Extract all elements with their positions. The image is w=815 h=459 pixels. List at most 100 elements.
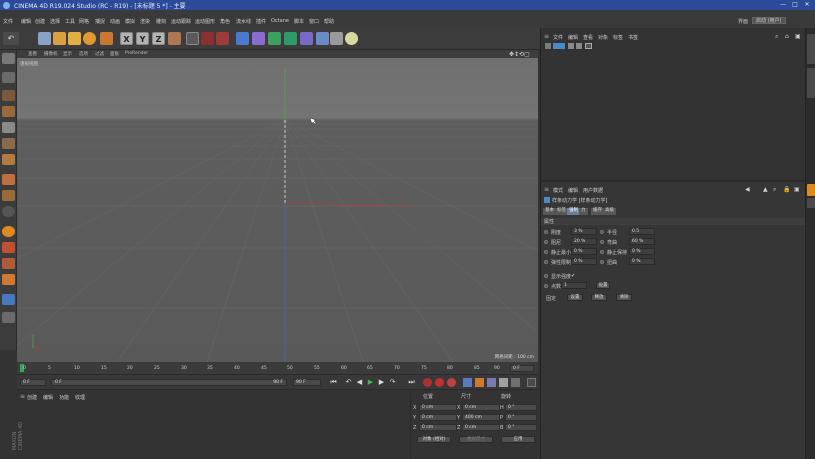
animate-radio[interactable]: [600, 250, 604, 254]
attr-menu-userdata[interactable]: 用户数据: [583, 187, 603, 194]
visibility-icon[interactable]: [568, 43, 574, 49]
back-arrow-icon[interactable]: ◀: [745, 186, 750, 193]
pen-spline-icon[interactable]: [252, 32, 265, 45]
floor-icon[interactable]: [316, 32, 329, 45]
menu-help[interactable]: 帮助: [324, 18, 334, 25]
render-toggle-icon[interactable]: [576, 43, 582, 49]
menu-mesh[interactable]: 网格: [79, 18, 89, 25]
vp-menu-filter[interactable]: 过滤: [95, 51, 104, 57]
rest-min-field[interactable]: 0 %: [571, 248, 597, 255]
timeline-ruler[interactable]: 0 5 10 15 20 25 30 35 40 45 50 55 60 65 …: [17, 362, 538, 374]
scale-key-icon[interactable]: [475, 378, 484, 387]
search-icon[interactable]: ⌕: [775, 33, 778, 41]
start-frame-field[interactable]: 0 F: [20, 379, 46, 386]
vp-menu-panel[interactable]: 面板: [110, 51, 119, 57]
position-y-field[interactable]: 0 cm: [419, 414, 457, 421]
panel-options-icon[interactable]: ▣: [795, 33, 801, 40]
menu-character[interactable]: 角色: [220, 18, 230, 25]
previous-key-icon[interactable]: ↶: [344, 378, 353, 387]
subdivision-icon[interactable]: [268, 32, 281, 45]
panel-menu-icon[interactable]: ≡: [544, 33, 549, 40]
animate-radio[interactable]: [544, 274, 548, 278]
attr-menu-edit[interactable]: 编辑: [568, 187, 578, 194]
vp-menu-prorender[interactable]: ProRender: [125, 51, 148, 56]
menu-snap[interactable]: 捕捉: [95, 18, 105, 25]
y-axis-lock-icon[interactable]: Y: [136, 32, 149, 45]
animate-radio[interactable]: [544, 284, 548, 288]
mat-menu-create[interactable]: 创建: [27, 394, 37, 401]
obj-menu-edit[interactable]: 编辑: [568, 34, 578, 41]
scale-tool-icon[interactable]: [68, 32, 81, 45]
twist-field[interactable]: 0 %: [629, 258, 655, 265]
x-axis-lock-icon[interactable]: X: [120, 32, 133, 45]
timeline-menu-icon[interactable]: [527, 378, 536, 387]
menu-octane[interactable]: Octane: [271, 18, 289, 24]
menu-animate[interactable]: 动画: [110, 18, 120, 25]
keyframe-selection-icon[interactable]: [447, 378, 456, 387]
parameter-key-icon[interactable]: [499, 378, 508, 387]
render-settings-icon[interactable]: [216, 32, 229, 45]
tab-advanced[interactable]: 高级: [603, 208, 616, 215]
camera-icon[interactable]: [330, 32, 343, 45]
menu-plugins[interactable]: 插件: [256, 18, 266, 25]
3d-viewport[interactable]: 透视视图 网格间距 : 100 cm: [17, 58, 538, 362]
coordinate-system-icon[interactable]: [168, 32, 181, 45]
obj-menu-file[interactable]: 文件: [553, 34, 563, 41]
position-key-icon[interactable]: [463, 378, 472, 387]
content-browser-tab[interactable]: [807, 68, 815, 98]
animate-radio[interactable]: [544, 260, 548, 264]
damping-field[interactable]: 20 %: [571, 238, 597, 245]
deformer-icon[interactable]: [300, 32, 313, 45]
cube-icon[interactable]: [236, 32, 249, 45]
set-count-button[interactable]: 设置: [596, 282, 610, 289]
spline-dynamics-tag-icon[interactable]: [585, 43, 592, 49]
array-icon[interactable]: [284, 32, 297, 45]
position-x-field[interactable]: 0 cm: [419, 404, 457, 411]
model-mode-icon[interactable]: [2, 72, 15, 83]
animate-radio[interactable]: [600, 240, 604, 244]
menu-file[interactable]: 文件: [3, 18, 13, 25]
rest-hold-field[interactable]: 0 %: [629, 248, 655, 255]
points-mode-icon[interactable]: [2, 122, 15, 133]
position-z-field[interactable]: 0 cm: [419, 424, 457, 431]
go-to-start-icon[interactable]: ⏮: [329, 378, 338, 387]
new-panel-icon[interactable]: ▣: [794, 186, 800, 193]
size-mode-select[interactable]: 绝对尺寸: [459, 436, 493, 443]
obj-menu-tags[interactable]: 标签: [613, 34, 623, 41]
workplane-icon[interactable]: [2, 106, 15, 117]
current-frame-field[interactable]: 0 F: [510, 365, 534, 372]
move-tool-icon[interactable]: [53, 32, 66, 45]
menu-motion-tracker[interactable]: 运动跟踪: [171, 18, 191, 25]
obj-menu-bookmarks[interactable]: 书签: [628, 34, 638, 41]
quad-plugin-icon[interactable]: [2, 258, 15, 269]
rotation-h-field[interactable]: 0 °: [505, 404, 537, 411]
end-frame-field[interactable]: 90 F: [293, 379, 321, 386]
rotation-p-field[interactable]: 0 °: [505, 414, 537, 421]
render-view-icon[interactable]: [186, 32, 199, 45]
go-to-end-icon[interactable]: ⏭: [407, 378, 416, 387]
menu-edit[interactable]: 编辑: [21, 18, 31, 25]
size-x-field[interactable]: 0 cm: [462, 404, 500, 411]
menu-window[interactable]: 窗口: [309, 18, 319, 25]
obj-menu-objects[interactable]: 对象: [598, 34, 608, 41]
octane-icon[interactable]: [2, 274, 15, 285]
panel-menu-icon[interactable]: ≡: [544, 186, 549, 193]
menu-sculpt[interactable]: 雕刻: [156, 18, 166, 25]
undo-icon[interactable]: ↶: [3, 32, 19, 45]
menu-tools[interactable]: 工具: [65, 18, 75, 25]
texture-mode-icon[interactable]: [2, 90, 15, 101]
objects-tab[interactable]: [807, 34, 815, 64]
elastic-limit-field[interactable]: 0 %: [571, 258, 597, 265]
lock-icon[interactable]: [2, 294, 15, 305]
layers-tab[interactable]: [807, 198, 815, 208]
panel-menu-icon[interactable]: ≡: [20, 393, 25, 400]
coord-mode-select[interactable]: 对象 (相对): [417, 436, 451, 443]
next-key-icon[interactable]: ↷: [388, 378, 397, 387]
rotate-tool-icon[interactable]: [83, 32, 96, 45]
z-axis-lock-icon[interactable]: Z: [152, 32, 165, 45]
viewport-nav-icon[interactable]: ✥↕⟲▢: [509, 51, 530, 58]
lock-icon[interactable]: 🔒: [783, 186, 790, 193]
menu-script[interactable]: 脚本: [294, 18, 304, 25]
tab-forces[interactable]: 力: [579, 208, 588, 215]
minimize-button[interactable]: —: [779, 2, 787, 8]
